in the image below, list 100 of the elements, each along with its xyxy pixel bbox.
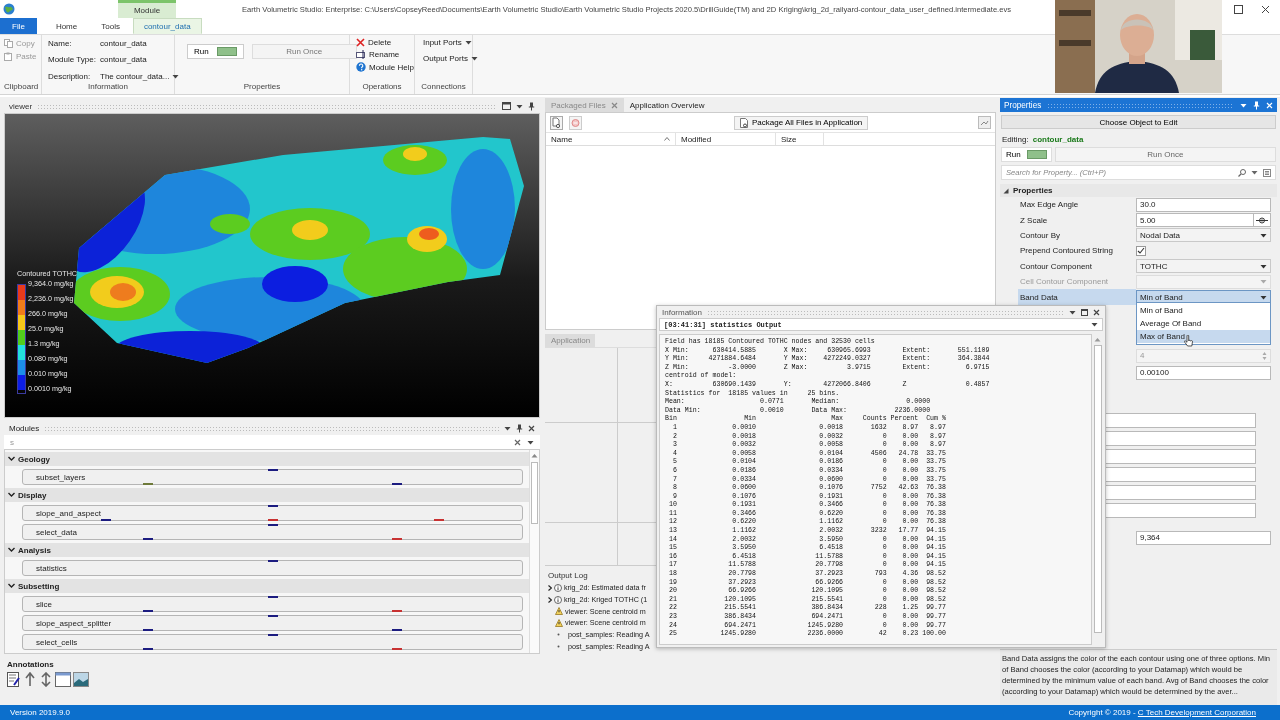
input-field[interactable] bbox=[1105, 466, 1256, 482]
module-item[interactable]: select_data bbox=[22, 524, 523, 540]
choose-object-button[interactable]: Choose Object to Edit bbox=[1001, 115, 1276, 129]
maximize-icon[interactable] bbox=[1081, 308, 1088, 316]
run-toggle[interactable]: Run bbox=[1001, 147, 1052, 162]
package-file-icon bbox=[740, 117, 748, 128]
column-header[interactable]: Name bbox=[546, 133, 676, 145]
input-field[interactable] bbox=[1105, 502, 1256, 518]
window-frame-icon[interactable] bbox=[55, 672, 71, 687]
run-toggle[interactable]: Run bbox=[187, 44, 244, 59]
arrow-up-icon[interactable] bbox=[23, 672, 37, 687]
info-icon bbox=[554, 583, 562, 592]
module-item[interactable]: statistics bbox=[22, 560, 523, 576]
chevron-down-icon[interactable] bbox=[8, 583, 15, 589]
scroll-thumb[interactable] bbox=[1093, 345, 1102, 633]
chevron-down-icon[interactable] bbox=[8, 456, 15, 462]
category-header[interactable]: Display bbox=[5, 488, 529, 502]
category-header[interactable]: Geology bbox=[5, 452, 529, 466]
note-pencil-icon[interactable] bbox=[7, 672, 21, 687]
context-tab-group: Module bbox=[118, 0, 176, 18]
field-label: Description: bbox=[48, 72, 92, 82]
dropdown-caret-icon bbox=[1260, 232, 1267, 238]
collapse-triangle-icon bbox=[1003, 187, 1009, 194]
ribbon-tab[interactable]: Tools bbox=[90, 18, 131, 34]
property-field[interactable]: 9,364 bbox=[1136, 530, 1271, 545]
section-header[interactable]: Properties bbox=[1000, 184, 1277, 197]
version-label: Version 2019.9.0 bbox=[10, 708, 71, 717]
input-field[interactable] bbox=[1105, 448, 1256, 464]
pin-icon[interactable] bbox=[1253, 100, 1260, 110]
property-label[interactable]: Contour By bbox=[1018, 227, 1136, 244]
app-globe-icon[interactable] bbox=[3, 3, 15, 15]
module-item[interactable]: slice bbox=[22, 596, 523, 612]
scroll-thumb[interactable] bbox=[531, 462, 538, 524]
ribbon-tab[interactable]: Home bbox=[44, 18, 89, 34]
scroll-up-icon[interactable] bbox=[531, 453, 538, 458]
category-header[interactable]: Analysis bbox=[5, 543, 529, 557]
ports-menu-button[interactable]: Input Ports bbox=[423, 38, 478, 47]
image-settings-icon[interactable] bbox=[978, 116, 991, 129]
window-icon[interactable] bbox=[502, 102, 511, 110]
package-all-button[interactable]: Package All Files in Application bbox=[734, 115, 869, 130]
input-field[interactable] bbox=[1105, 484, 1256, 500]
pin-icon[interactable] bbox=[528, 101, 535, 111]
help-button[interactable]: Module Help bbox=[356, 62, 414, 72]
input-field[interactable] bbox=[1105, 412, 1256, 428]
close-icon[interactable] bbox=[514, 438, 521, 446]
chevron-down-icon[interactable] bbox=[8, 492, 15, 498]
landscape-image-icon[interactable] bbox=[73, 672, 89, 687]
new-file-icon[interactable] bbox=[550, 115, 563, 130]
property-field[interactable]: 5.00 bbox=[1136, 213, 1254, 228]
file-menu-button[interactable]: File bbox=[0, 18, 37, 34]
group-label: Operations bbox=[361, 82, 403, 93]
property-label[interactable]: Contour Component bbox=[1018, 258, 1136, 274]
property-label[interactable]: Z Scale bbox=[1018, 212, 1136, 228]
property-label[interactable]: Band Data bbox=[1018, 289, 1136, 305]
property-label[interactable]: Max Edge Angle bbox=[1018, 197, 1136, 213]
maximize-icon[interactable] bbox=[1234, 4, 1243, 14]
delete-button[interactable]: Delete bbox=[356, 38, 414, 47]
module-item[interactable]: slope_and_aspect bbox=[22, 505, 523, 521]
dropdown-option[interactable]: Max of Band bbox=[1137, 330, 1270, 343]
property-dropdown[interactable]: Nodal Data bbox=[1136, 228, 1271, 243]
module-item[interactable]: select_cells bbox=[22, 634, 523, 650]
run-once-button[interactable]: Run Once bbox=[251, 44, 357, 59]
copyright-text: Copyright © 2019 - C Tech Development Corporation bbox=[1068, 708, 1256, 717]
dropdown-option[interactable]: Average Of Band bbox=[1137, 317, 1270, 330]
property-dropdown[interactable]: TOTHC bbox=[1136, 259, 1271, 274]
link-button[interactable] bbox=[1253, 213, 1271, 228]
column-header[interactable]: Modified bbox=[676, 133, 776, 145]
run-once-button[interactable]: Run Once bbox=[1054, 147, 1276, 162]
company-link[interactable]: C Tech Development Corporation bbox=[1137, 708, 1256, 717]
field-value: contour_data bbox=[100, 38, 147, 48]
checkbox[interactable] bbox=[1136, 245, 1146, 256]
pin-icon[interactable] bbox=[516, 423, 523, 433]
ports-menu-button[interactable]: Output Ports bbox=[423, 54, 478, 63]
module-item[interactable]: subset_layers bbox=[22, 469, 523, 485]
caret-icon bbox=[464, 40, 472, 45]
caret-icon bbox=[470, 56, 478, 61]
property-field[interactable]: 30.0 bbox=[1136, 197, 1271, 212]
rename-button[interactable]: Rename bbox=[356, 50, 414, 59]
dropdown-option[interactable]: Min of Band bbox=[1137, 304, 1270, 317]
module-item[interactable]: slope_aspect_splitter bbox=[22, 615, 523, 631]
description-dropdown[interactable]: The contour_data... bbox=[100, 72, 180, 82]
chevron-down-icon[interactable] bbox=[8, 547, 15, 553]
list-icon[interactable] bbox=[1263, 168, 1271, 177]
dropdown-caret-icon bbox=[1260, 263, 1267, 269]
property-label[interactable]: Prepend Contoured String bbox=[1018, 243, 1136, 259]
panel-tab[interactable]: Application Overview bbox=[623, 98, 711, 112]
property-field[interactable]: 0.00100 bbox=[1136, 365, 1271, 380]
close-icon[interactable] bbox=[1261, 4, 1270, 14]
bullet-icon bbox=[557, 644, 560, 648]
ribbon-tab[interactable]: contour_data bbox=[132, 18, 202, 34]
input-field[interactable] bbox=[1105, 430, 1256, 446]
column-header[interactable]: Size bbox=[776, 133, 824, 145]
dropdown-caret-icon bbox=[527, 439, 534, 445]
search-icon[interactable] bbox=[1238, 168, 1246, 177]
run-indicator bbox=[1026, 150, 1047, 159]
panel-title: Modules bbox=[9, 423, 40, 433]
close-icon[interactable] bbox=[528, 424, 535, 432]
double-arrow-icon[interactable] bbox=[39, 672, 53, 687]
close-icon[interactable] bbox=[1093, 308, 1100, 316]
category-header[interactable]: Subsetting bbox=[5, 579, 529, 593]
